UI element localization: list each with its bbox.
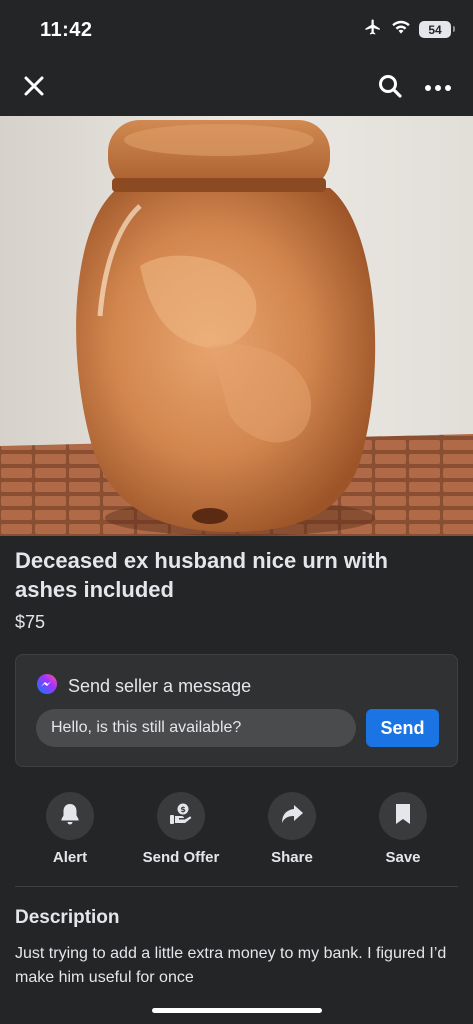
battery-level: 54	[428, 22, 442, 37]
close-icon	[23, 75, 45, 102]
share-label: Share	[271, 849, 313, 866]
top-nav	[0, 58, 473, 116]
home-indicator[interactable]	[152, 1008, 322, 1013]
close-button[interactable]	[14, 68, 54, 108]
alert-button[interactable]: Alert	[15, 792, 125, 866]
share-circle	[268, 792, 316, 840]
message-header: Send seller a message	[36, 673, 251, 700]
status-icons: 54	[363, 18, 455, 41]
description-heading: Description	[15, 907, 120, 928]
status-time: 11:42	[40, 19, 93, 41]
message-header-text: Send seller a message	[68, 676, 252, 696]
more-icon	[424, 79, 452, 97]
send-offer-button[interactable]: $ Send Offer	[126, 792, 236, 866]
save-button[interactable]: Save	[348, 792, 458, 866]
save-label: Save	[385, 849, 421, 866]
save-circle	[379, 792, 427, 840]
send-offer-circle: $	[157, 792, 205, 840]
alert-circle	[46, 792, 94, 840]
listing-photo[interactable]	[0, 116, 473, 536]
send-button[interactable]: Send	[366, 709, 439, 747]
share-icon	[280, 803, 304, 830]
offer-icon: $	[168, 802, 194, 831]
wifi-icon	[391, 19, 411, 40]
divider	[15, 886, 458, 887]
bell-icon	[59, 802, 81, 831]
airplane-icon	[363, 18, 383, 41]
bookmark-icon	[394, 802, 412, 831]
listing-price: $75	[15, 612, 46, 632]
message-input[interactable]	[36, 709, 356, 747]
messenger-icon	[36, 673, 58, 700]
search-icon	[377, 73, 403, 104]
description-body: Just trying to add a little extra money …	[15, 945, 447, 986]
message-seller-card: Send seller a message Send	[15, 654, 458, 767]
status-bar: 11:42 54	[0, 0, 473, 58]
battery-icon: 54	[419, 21, 455, 38]
alert-label: Alert	[52, 849, 88, 866]
send-offer-label: Send Offer	[142, 849, 220, 866]
svg-text:$: $	[180, 805, 186, 814]
listing-title: Deceased ex husband nice urn with ashes …	[15, 548, 388, 602]
action-row: Alert $ Send Offer Share Save	[0, 792, 473, 872]
search-button[interactable]	[370, 68, 410, 108]
share-button[interactable]: Share	[237, 792, 347, 866]
more-button[interactable]	[418, 68, 458, 108]
urn-photo	[0, 116, 473, 536]
